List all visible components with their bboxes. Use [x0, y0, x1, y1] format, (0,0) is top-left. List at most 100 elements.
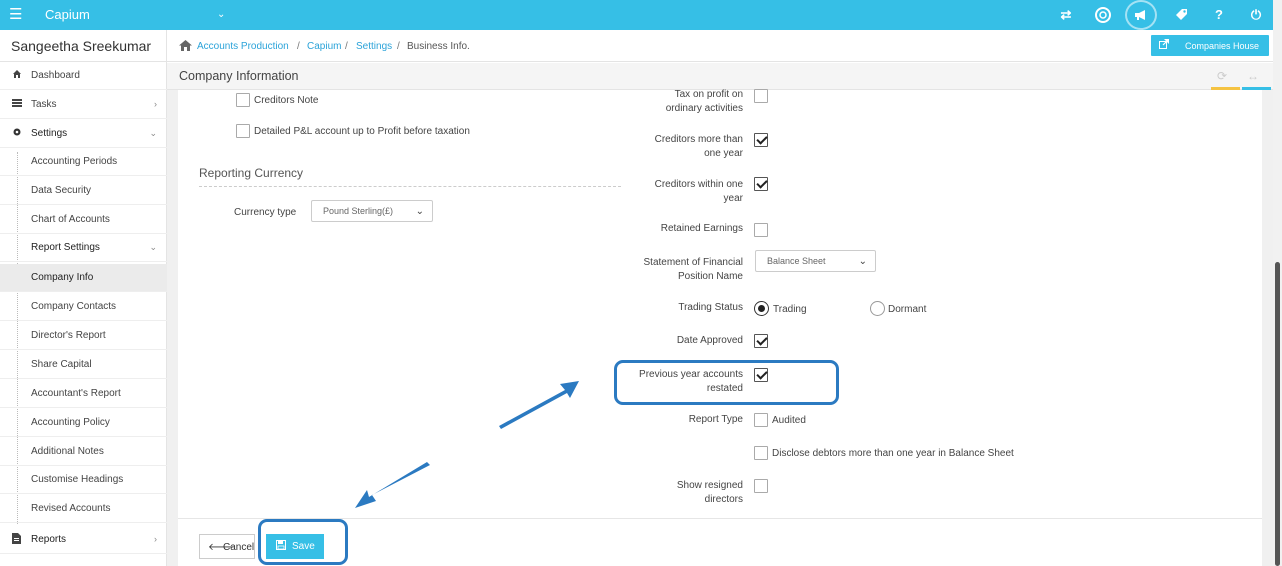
breadcrumb-business-info: Business Info.	[407, 41, 470, 52]
chevron-down-icon[interactable]: ⌄	[217, 9, 225, 20]
breadcrumb-separator: /	[297, 41, 300, 52]
sidebar-item-accountants-report[interactable]: Accountant's Report	[0, 380, 167, 408]
retained-earnings-label: Retained Earnings	[660, 223, 743, 234]
scrollbar-thumb[interactable]	[1275, 262, 1280, 566]
breadcrumb-separator: /	[345, 41, 348, 52]
highlight-box-previous-year	[614, 360, 839, 405]
breadcrumb-settings[interactable]: Settings	[356, 41, 392, 52]
trading-radio[interactable]	[754, 301, 769, 316]
sidebar-item-accounting-policy[interactable]: Accounting Policy	[0, 409, 167, 437]
help-icon[interactable]: ?	[1209, 5, 1229, 25]
detailed-pl-checkbox[interactable]	[236, 124, 250, 138]
sidebar-item-label: Report Settings	[31, 242, 100, 253]
sidebar-item-reports[interactable]: Reports ›	[0, 526, 167, 554]
vertical-scrollbar[interactable]	[1273, 0, 1282, 566]
chevron-down-icon: ⌄	[149, 242, 157, 252]
external-link-icon	[1159, 39, 1169, 52]
chevron-down-icon: ⌄	[858, 256, 867, 267]
home-icon[interactable]	[179, 40, 192, 54]
sidebar-item-share-capital[interactable]: Share Capital	[0, 351, 167, 379]
dormant-radio-label: Dormant	[888, 304, 927, 315]
sidebar-item-settings[interactable]: Settings ⌄	[0, 120, 167, 148]
tax-on-profit-label: Tax on profit on ordinary activities	[665, 89, 743, 114]
sidebar-item-data-security[interactable]: Data Security	[0, 177, 167, 205]
currency-type-value: Pound Sterling(£)	[323, 206, 394, 216]
sidebar-item-label: Reports	[31, 534, 67, 545]
sidebar-item-label: Company Contacts	[31, 301, 117, 312]
creditors-within-one-year-checkbox[interactable]	[754, 177, 768, 191]
refresh-icon[interactable]: ⟳	[1217, 69, 1227, 83]
sidebar-item-label: Additional Notes	[31, 446, 104, 457]
app-title[interactable]: Capium	[45, 7, 90, 22]
reporting-currency-title: Reporting Currency	[199, 166, 304, 180]
sidebar-item-label: Director's Report	[31, 330, 106, 341]
sidebar-item-chart-of-accounts[interactable]: Chart of Accounts	[0, 206, 167, 234]
sidebar-item-label: Data Security	[31, 185, 92, 196]
retained-earnings-checkbox[interactable]	[754, 223, 768, 237]
sidebar-item-label: Share Capital	[31, 359, 92, 370]
date-approved-label: Date Approved	[676, 335, 743, 346]
breadcrumb-accounts-production[interactable]: Accounts Production	[197, 41, 289, 52]
sidebar-item-dashboard[interactable]: Dashboard	[0, 62, 167, 90]
detailed-pl-label: Detailed P&L account up to Profit before…	[254, 126, 470, 137]
reports-icon	[12, 533, 24, 547]
breadcrumb-separator: /	[397, 41, 400, 52]
top-bar: ☰ Capium ⌄ ⇄ ? ⏻	[0, 0, 1282, 30]
sidebar-item-label: Tasks	[31, 99, 57, 110]
sidebar-item-revised-accounts[interactable]: Revised Accounts	[0, 495, 167, 523]
chevron-down-icon: ⌄	[149, 128, 157, 138]
tasks-icon	[12, 98, 24, 111]
expand-icon[interactable]: ↔	[1247, 69, 1259, 83]
creditors-more-than-one-year-checkbox[interactable]	[754, 133, 768, 147]
sidebar-item-company-contacts[interactable]: Company Contacts	[0, 293, 167, 321]
tag-icon[interactable]	[1171, 5, 1191, 25]
sidebar-item-label: Settings	[31, 128, 68, 139]
companies-house-label: Companies House	[1185, 41, 1260, 51]
power-icon[interactable]: ⏻	[1246, 5, 1266, 25]
cancel-label: Cancel	[223, 542, 255, 553]
companies-house-button[interactable]: Companies House	[1151, 35, 1269, 56]
disclose-debtors-checkbox[interactable]	[754, 446, 768, 460]
sidebar-item-label: Company Info	[31, 272, 94, 283]
statement-of-financial-position-label: Statement of Financial Position Name	[643, 257, 744, 282]
user-name: Sangeetha Sreekumar	[0, 30, 167, 62]
creditors-note-checkbox[interactable]	[236, 93, 250, 107]
sidebar-item-label: Chart of Accounts	[31, 214, 110, 225]
sidebar-item-tasks[interactable]: Tasks ›	[0, 91, 167, 119]
tax-on-profit-checkbox[interactable]	[754, 89, 768, 103]
show-resigned-directors-checkbox[interactable]	[754, 479, 768, 493]
statement-of-financial-position-select[interactable]: Balance Sheet ⌄	[755, 250, 876, 272]
audited-checkbox[interactable]	[754, 413, 768, 427]
report-type-label: Report Type	[688, 414, 743, 425]
cancel-button[interactable]: 🡐 Cancel	[199, 534, 255, 559]
sidebar-item-report-settings[interactable]: Report Settings ⌄	[0, 234, 167, 262]
sidebar-item-label: Accounting Periods	[31, 156, 118, 167]
creditors-note-label: Creditors Note	[254, 95, 319, 106]
sidebar-item-customise-headings[interactable]: Customise Headings	[0, 466, 167, 494]
currency-type-label: Currency type	[234, 207, 297, 218]
sidebar-item-label: Customise Headings	[31, 474, 124, 485]
dashboard-icon	[12, 69, 24, 82]
megaphone-icon[interactable]	[1131, 5, 1151, 25]
breadcrumb-capium[interactable]: Capium	[307, 41, 341, 52]
statement-of-financial-position-value: Balance Sheet	[767, 256, 826, 266]
sidebar: Sangeetha Sreekumar Dashboard Tasks › Se…	[0, 30, 167, 566]
date-approved-checkbox[interactable]	[754, 334, 768, 348]
sidebar-item-label: Accountant's Report	[31, 388, 121, 399]
hamburger-icon[interactable]: ☰	[9, 7, 22, 22]
sidebar-item-label: Accounting Policy	[31, 417, 110, 428]
swap-icon[interactable]: ⇄	[1056, 5, 1076, 25]
dormant-radio[interactable]	[870, 301, 885, 316]
capium-logo-icon[interactable]	[1093, 5, 1113, 25]
sidebar-item-company-info[interactable]: Company Info	[0, 264, 167, 292]
chevron-down-icon: ⌄	[415, 206, 424, 217]
sidebar-item-accounting-periods[interactable]: Accounting Periods	[0, 148, 167, 176]
sidebar-item-additional-notes[interactable]: Additional Notes	[0, 438, 167, 466]
disclose-debtors-label: Disclose debtors more than one year in B…	[772, 448, 1014, 459]
breadcrumb: Accounts Production / Capium / Settings …	[167, 30, 1273, 62]
sidebar-item-label: Dashboard	[31, 70, 80, 81]
audited-label: Audited	[772, 415, 806, 426]
currency-type-select[interactable]: Pound Sterling(£) ⌄	[311, 200, 433, 222]
sidebar-item-directors-report[interactable]: Director's Report	[0, 322, 167, 350]
creditors-within-one-year-label: Creditors within one year	[654, 179, 743, 204]
